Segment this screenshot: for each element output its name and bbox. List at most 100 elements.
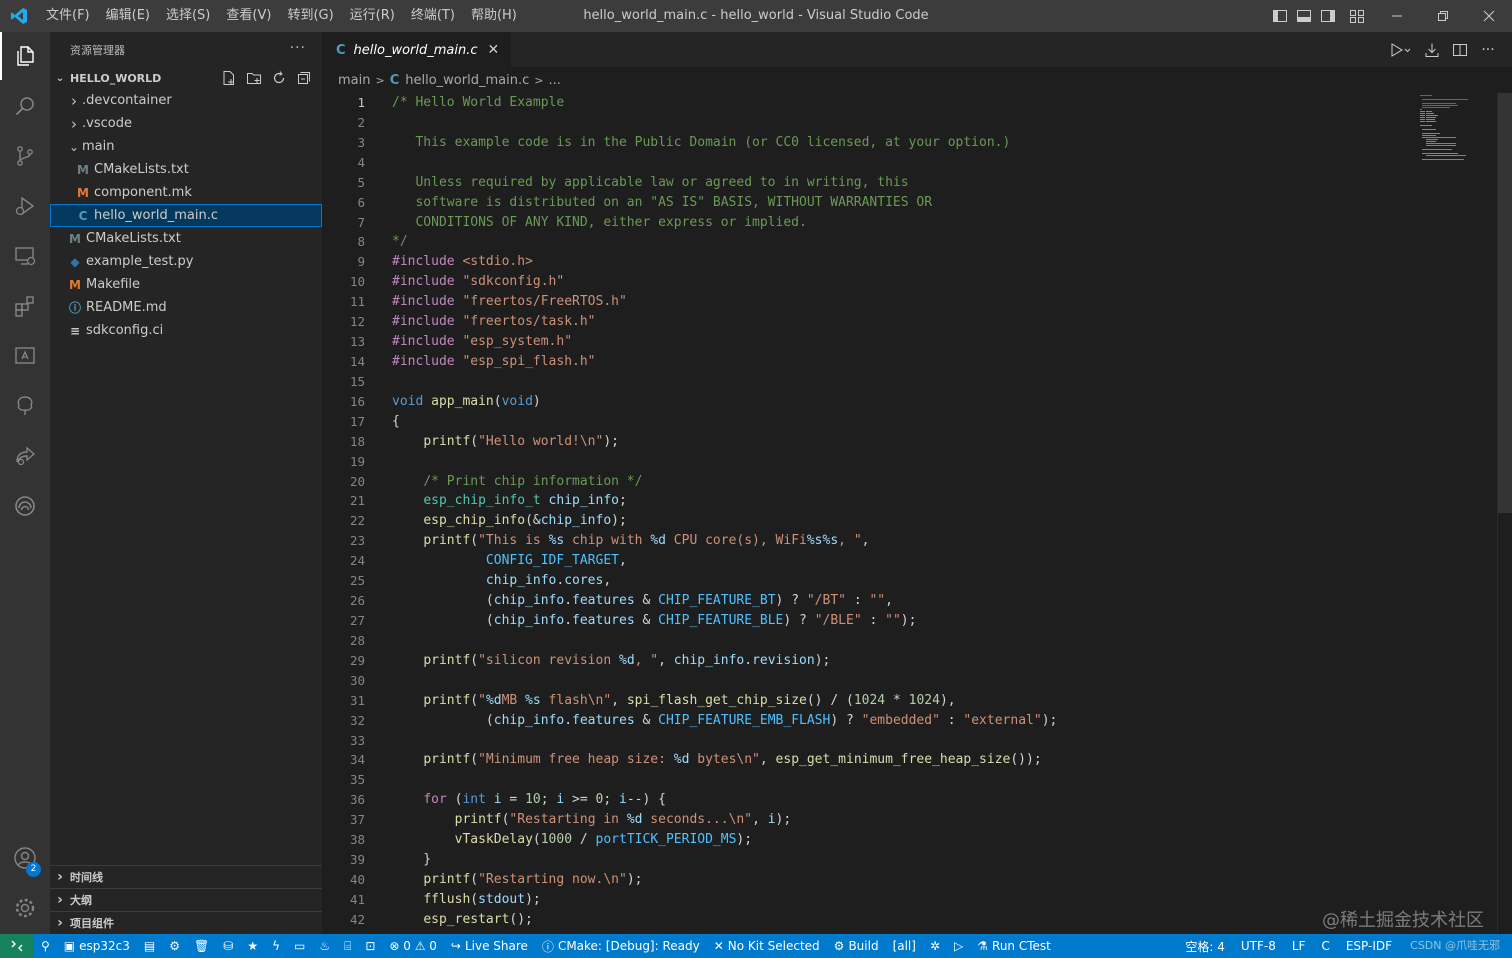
- status-item-5[interactable]: ⛁: [216, 934, 240, 958]
- tree-file[interactable]: Mcomponent.mk: [50, 181, 322, 204]
- tree-file[interactable]: M CMakeLists.txt: [50, 227, 322, 250]
- code-line[interactable]: (chip_info.features & CHIP_FEATURE_BLE) …: [392, 611, 1057, 631]
- code-line[interactable]: esp_chip_info_t chip_info;: [392, 491, 1057, 511]
- section-2[interactable]: › 项目组件: [50, 911, 322, 934]
- code-line[interactable]: printf("Minimum free heap size: %d bytes…: [392, 750, 1057, 770]
- toggle-primary-sidebar-icon[interactable]: [1268, 0, 1292, 32]
- status-item-13[interactable]: ↪ Live Share: [444, 934, 535, 958]
- more-actions-icon[interactable]: ···: [290, 40, 306, 56]
- status-right-item-4[interactable]: ESP-IDF: [1338, 934, 1400, 958]
- tree-folder[interactable]: › .devcontainer: [50, 89, 322, 112]
- status-item-0[interactable]: ⚲: [34, 934, 57, 958]
- split-editor-icon[interactable]: [1446, 32, 1474, 67]
- close-tab-icon[interactable]: ✕: [488, 42, 500, 58]
- status-right-item-0[interactable]: 空格: 4: [1177, 934, 1233, 958]
- code-line[interactable]: {: [392, 412, 1057, 432]
- status-item-10[interactable]: ⌸: [337, 934, 358, 958]
- code-line[interactable]: This example code is in the Public Domai…: [392, 133, 1057, 153]
- code-line[interactable]: printf("Restarting now.\n");: [392, 870, 1057, 890]
- tree-file[interactable]: M CMakeLists.txt: [50, 158, 322, 181]
- tree-file[interactable]: ◆ example_test.py: [50, 250, 322, 273]
- code-editor[interactable]: 1 2 3 4 5 6 7 8 9 10 11 12 13 14 15 16 17 18 19 20 21 22 23 24 2…: [322, 93, 1512, 934]
- minimap[interactable]: [1418, 93, 1498, 163]
- code-line[interactable]: [392, 113, 1057, 133]
- code-line[interactable]: fflush(stdout);: [392, 890, 1057, 910]
- status-item-9[interactable]: ♨: [312, 934, 337, 958]
- collapse-all-icon[interactable]: [291, 67, 316, 89]
- explorer-icon[interactable]: [0, 32, 50, 80]
- menu-item-1[interactable]: 编辑(E): [98, 0, 158, 32]
- restore-icon[interactable]: [1420, 0, 1466, 32]
- code-line[interactable]: #include "freertos/task.h": [392, 312, 1057, 332]
- editor-more-icon[interactable]: ···: [1474, 32, 1502, 67]
- status-item-18[interactable]: ✲: [923, 934, 947, 958]
- tree-file[interactable]: Chello_world_main.c: [50, 204, 322, 227]
- status-item-11[interactable]: ⊡: [358, 934, 382, 958]
- section-0[interactable]: › 时间线: [50, 865, 322, 888]
- status-right-item-1[interactable]: UTF-8: [1233, 934, 1284, 958]
- minimize-icon[interactable]: [1374, 0, 1420, 32]
- code-lines[interactable]: /* Hello World Example This example code…: [392, 93, 1057, 930]
- code-line[interactable]: software is distributed on an "AS IS" BA…: [392, 193, 1057, 213]
- code-line[interactable]: printf("silicon revision %d, ", chip_inf…: [392, 651, 1057, 671]
- code-line[interactable]: [392, 770, 1057, 790]
- status-item-17[interactable]: [all]: [886, 934, 923, 958]
- menu-item-2[interactable]: 选择(S): [158, 0, 218, 32]
- code-line[interactable]: (chip_info.features & CHIP_FEATURE_EMB_F…: [392, 711, 1057, 731]
- status-item-16[interactable]: ⚙ Build: [827, 934, 886, 958]
- new-folder-icon[interactable]: [241, 67, 266, 89]
- new-file-icon[interactable]: [216, 67, 241, 89]
- menu-item-4[interactable]: 转到(G): [279, 0, 341, 32]
- status-item-20[interactable]: ⚗ Run CTest: [970, 934, 1058, 958]
- section-1[interactable]: › 大纲: [50, 888, 322, 911]
- status-item-19[interactable]: ▷: [947, 934, 970, 958]
- code-line[interactable]: #include "sdkconfig.h": [392, 272, 1057, 292]
- remote-indicator-icon[interactable]: [0, 934, 34, 958]
- code-line[interactable]: #include <stdio.h>: [392, 252, 1057, 272]
- tree-folder[interactable]: › .vscode: [50, 112, 322, 135]
- toggle-secondary-sidebar-icon[interactable]: [1316, 0, 1340, 32]
- source-control-icon[interactable]: [0, 132, 50, 180]
- status-item-6[interactable]: ★: [240, 934, 265, 958]
- code-line[interactable]: esp_restart();: [392, 910, 1057, 930]
- run-code-icon[interactable]: [1382, 32, 1418, 67]
- tab-hello-world-main[interactable]: C hello_world_main.c ✕: [322, 32, 512, 67]
- code-line[interactable]: /* Print chip information */: [392, 472, 1057, 492]
- code-line[interactable]: vTaskDelay(1000 / portTICK_PERIOD_MS);: [392, 830, 1057, 850]
- breadcrumb-folder[interactable]: main: [338, 73, 370, 88]
- status-right-item-2[interactable]: LF: [1284, 934, 1314, 958]
- status-item-3[interactable]: ⚙: [162, 934, 187, 958]
- esp-idf-icon[interactable]: [0, 332, 50, 380]
- code-line[interactable]: #include "esp_spi_flash.h": [392, 352, 1057, 372]
- close-window-icon[interactable]: [1466, 0, 1512, 32]
- code-line[interactable]: for (int i = 10; i >= 0; i--) {: [392, 790, 1057, 810]
- code-line[interactable]: [392, 731, 1057, 751]
- menu-item-7[interactable]: 帮助(H): [463, 0, 525, 32]
- tree-file[interactable]: ⓘ README.md: [50, 296, 322, 319]
- esp-rainbow-icon[interactable]: [0, 482, 50, 530]
- vertical-scrollbar[interactable]: [1498, 93, 1512, 513]
- run-debug-icon[interactable]: [0, 182, 50, 230]
- workspace-root[interactable]: ⌄ HELLO_WORLD: [50, 67, 322, 89]
- status-item-14[interactable]: ⓘ CMake: [Debug]: Ready: [535, 934, 707, 958]
- search-icon[interactable]: [0, 82, 50, 130]
- code-line[interactable]: esp_chip_info(&chip_info);: [392, 511, 1057, 531]
- code-line[interactable]: #include "freertos/FreeRTOS.h": [392, 292, 1057, 312]
- tree-icon[interactable]: [0, 382, 50, 430]
- status-item-15[interactable]: ✕ No Kit Selected: [707, 934, 827, 958]
- menu-item-6[interactable]: 终端(T): [403, 0, 463, 32]
- menu-item-0[interactable]: 文件(F): [38, 0, 98, 32]
- status-item-8[interactable]: ▭: [287, 934, 312, 958]
- status-item-7[interactable]: ϟ: [265, 934, 287, 958]
- refresh-icon[interactable]: [266, 67, 291, 89]
- code-line[interactable]: [392, 153, 1057, 173]
- customize-layout-icon[interactable]: [1340, 0, 1374, 32]
- status-item-2[interactable]: ▤: [137, 934, 162, 958]
- status-item-1[interactable]: ▣ esp32c3: [57, 934, 137, 958]
- code-line[interactable]: (chip_info.features & CHIP_FEATURE_BT) ?…: [392, 591, 1057, 611]
- status-right-item-3[interactable]: C: [1313, 934, 1337, 958]
- code-line[interactable]: printf("%dMB %s flash\n", spi_flash_get_…: [392, 691, 1057, 711]
- menu-item-5[interactable]: 运行(R): [342, 0, 403, 32]
- code-line[interactable]: printf("This is %s chip with %d CPU core…: [392, 531, 1057, 551]
- code-line[interactable]: }: [392, 850, 1057, 870]
